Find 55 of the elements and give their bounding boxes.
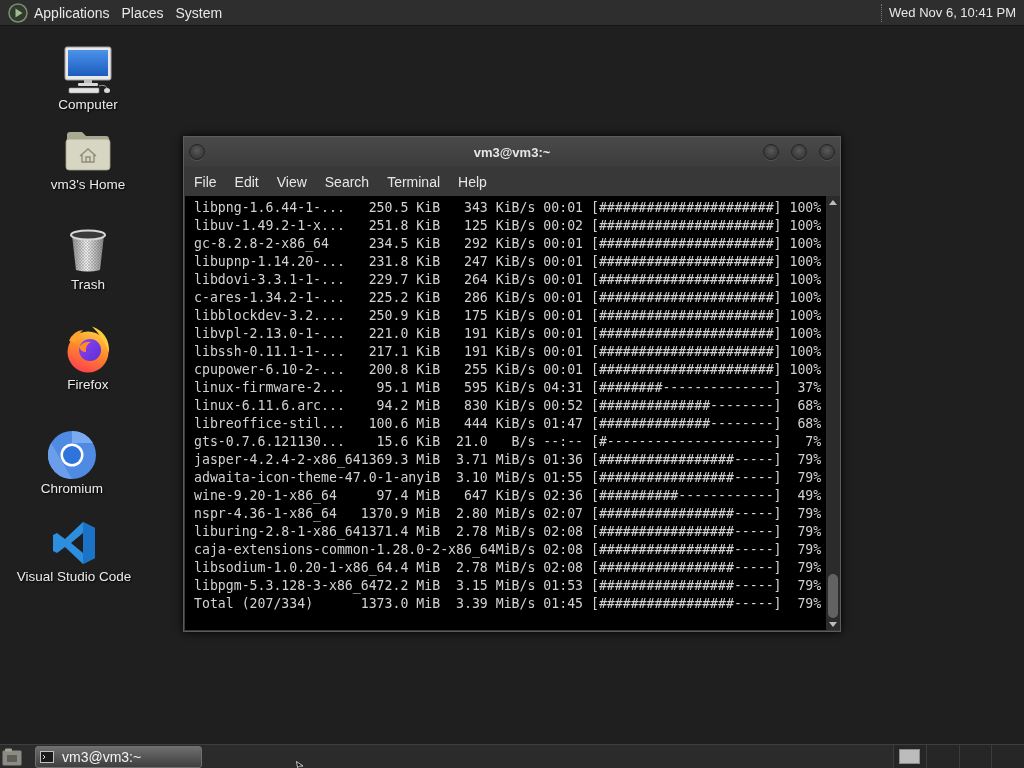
terminal-line: libupnp-1.14.20-... 231.8 KiB 247 KiB/s 00:01 [######################] 100%	[194, 253, 823, 271]
terminal-line: gc-8.2.8-2-x86_64 234.5 KiB 292 KiB/s 00:01 [######################] 100%	[194, 235, 823, 253]
desktop-icon-label[interactable]: Trash	[71, 277, 105, 293]
terminal-icon	[40, 750, 54, 763]
terminal-line: libpng-1.6.44-1-... 250.5 KiB 343 KiB/s 00:01 [######################] 100%	[194, 199, 823, 217]
terminal-line: nspr-4.36-1-x86_64 1370.9 MiB 2.80 MiB/s 02:07 [#################-----] 79%	[194, 505, 823, 523]
window-title: vm3@vm3:~	[473, 144, 551, 160]
scroll-down-arrow-icon[interactable]	[829, 622, 837, 627]
terminal-line: cpupower-6.10-2-... 200.8 KiB 255 KiB/s 00:01 [######################] 100%	[194, 361, 823, 379]
scroll-up-arrow-icon[interactable]	[829, 200, 837, 205]
scrollbar[interactable]	[826, 196, 840, 630]
terminal-line: libreoffice-stil... 100.6 MiB 444 KiB/s 01:47 [##############--------] 68%	[194, 415, 823, 433]
desktop-icon-label[interactable]: Chromium	[40, 481, 104, 497]
menu-item[interactable]: File	[185, 171, 226, 192]
scrollbar-thumb[interactable]	[828, 574, 838, 618]
menu-item[interactable]: Terminal	[378, 171, 450, 192]
show-desktop-icon[interactable]	[2, 747, 22, 766]
panel-menu-item[interactable]: System	[169, 2, 229, 23]
terminal-line: wine-9.20-1-x86_64 97.4 MiB 647 KiB/s 02:36 [##########------------] 49%	[194, 487, 823, 505]
terminal-line: libssh-0.11.1-1-... 217.1 KiB 191 KiB/s 00:01 [######################] 100%	[194, 343, 823, 361]
terminal-line: liburing-2.8-1-x86_641371.4 MiB 2.78 MiB/s 02:08 [#################-----] 79%	[194, 523, 823, 541]
terminal-line: libblockdev-3.2.... 250.9 KiB 175 KiB/s 00:01 [######################] 100%	[194, 307, 823, 325]
desktop-icon-label[interactable]: Computer	[58, 97, 118, 113]
terminal-line: libpgm-5.3.128-3-x86_6472.2 MiB 3.15 MiB/s 01:53 [#################-----] 79%	[194, 577, 823, 595]
terminal-line: caja-extensions-common-1.28.0-2-x86_64MiB/s 02:08 [#################-----] 79%	[194, 541, 823, 559]
desktop-icon-label[interactable]: Firefox	[67, 377, 109, 393]
terminal-line: jasper-4.2.4-2-x86_641369.3 MiB 3.71 MiB/s 01:36 [#################-----] 79%	[194, 451, 823, 469]
ribbon-logo-icon[interactable]	[52, 521, 96, 565]
menu-item[interactable]: Edit	[225, 171, 268, 192]
panel-menu-item[interactable]: Applications	[28, 2, 116, 23]
terminal-line: gts-0.7.6.121130... 15.6 KiB 21.0 B/s --:-- [#---------------------] 7%	[194, 433, 823, 451]
menu-logo-icon[interactable]	[8, 2, 28, 23]
taskbar-button[interactable]: vm3@vm3:~	[35, 745, 202, 768]
trash-can-icon[interactable]	[68, 229, 108, 273]
terminal-line: c-ares-1.34.2-1-... 225.2 KiB 286 KiB/s 00:01 [######################] 100%	[194, 289, 823, 307]
terminal-line: linux-firmware-2... 95.1 MiB 595 KiB/s 04:31 [########--------------] 37%	[194, 379, 823, 397]
mouse-pointer-icon	[296, 761, 304, 768]
desktop-icon-label[interactable]: Visual Studio Code	[16, 569, 132, 585]
terminal-line: linux-6.11.6.arc... 94.2 MiB 830 KiB/s 00:52 [##############--------] 68%	[194, 397, 823, 415]
home-folder-icon[interactable]	[65, 129, 111, 171]
terminal-line: libsodium-1.0.20-1-x86_64.4 MiB 2.78 MiB/s 02:08 [#################-----] 79%	[194, 559, 823, 577]
monitor-icon[interactable]	[63, 46, 113, 94]
menu-item[interactable]: View	[267, 171, 316, 192]
terminal-line: Total (207/334) 1373.0 MiB 3.39 MiB/s 01:45 [#################-----] 79%	[194, 595, 823, 613]
terminal-line: libdovi-3.3.1-1-... 229.7 KiB 264 KiB/s 00:01 [######################] 100%	[194, 271, 823, 289]
clock[interactable]: Wed Nov 6, 10:41 PM	[889, 2, 1016, 23]
menu-item[interactable]: Search	[315, 171, 379, 192]
panel-menu-item[interactable]: Places	[115, 2, 170, 23]
terminal-line: adwaita-icon-theme-47.0-1-anyiB 3.10 MiB/s 01:55 [#################-----] 79%	[194, 469, 823, 487]
terminal-line: libuv-1.49.2-1-x... 251.8 KiB 125 KiB/s 00:02 [######################] 100%	[194, 217, 823, 235]
terminal-line: libvpl-2.13.0-1-... 221.0 KiB 191 KiB/s 00:01 [######################] 100%	[194, 325, 823, 343]
window-thumbnail-icon	[899, 749, 921, 764]
ring-logo-icon[interactable]	[48, 431, 96, 479]
desktop-icon-label[interactable]: vm3's Home	[50, 177, 126, 193]
menu-item[interactable]: Help	[449, 171, 496, 192]
